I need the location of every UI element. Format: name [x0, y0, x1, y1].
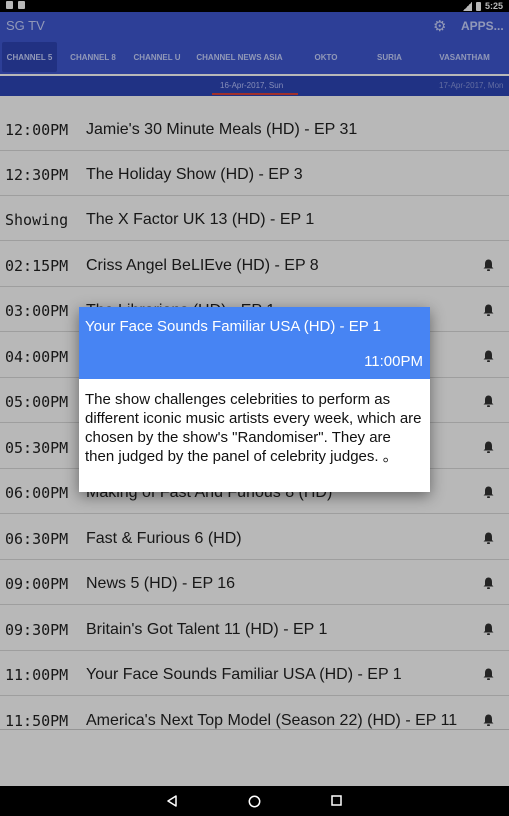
program-detail-dialog: Your Face Sounds Familiar USA (HD) - EP … — [79, 307, 430, 492]
dialog-header: Your Face Sounds Familiar USA (HD) - EP … — [79, 307, 430, 379]
home-icon[interactable] — [248, 795, 261, 808]
recents-icon[interactable] — [331, 795, 342, 806]
back-icon[interactable] — [166, 795, 178, 807]
dialog-time: 11:00PM — [364, 353, 423, 370]
dialog-description: The show challenges celebrities to perfo… — [85, 391, 422, 465]
dialog-title: Your Face Sounds Familiar USA (HD) - EP … — [85, 318, 381, 335]
system-nav-bar — [0, 786, 509, 816]
